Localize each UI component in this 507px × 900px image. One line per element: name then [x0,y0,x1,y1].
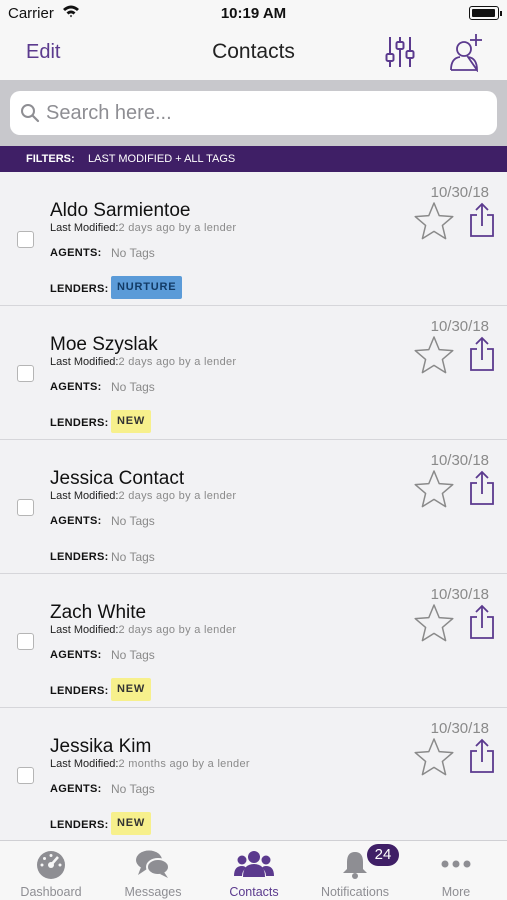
search-input[interactable] [46,97,486,129]
star-icon[interactable] [413,737,455,782]
tab-label: Dashboard [20,885,82,899]
last-modified: Last Modified:2 days ago by a lender [50,624,236,636]
last-modified: Last Modified:2 days ago by a lender [50,356,236,368]
agents-label: AGENTS: [50,381,102,393]
contact-date: 10/30/18 [430,184,489,201]
share-icon[interactable] [469,604,495,645]
agents-label: AGENTS: [50,649,102,661]
status-bar: Carrier 10:19 AM [0,0,507,28]
contact-name: Moe Szyslak [50,334,158,355]
gauge-icon [0,849,102,884]
contact-name: Jessika Kim [50,736,152,757]
last-modified: Last Modified:2 months ago by a lender [50,758,250,770]
agents-label: AGENTS: [50,783,102,795]
contact-date: 10/30/18 [430,586,489,603]
tab-bar: Dashboard Messages Contacts Notification… [0,840,507,900]
battery-icon [469,6,502,20]
chat-bubbles-icon [102,849,204,884]
last-modified: Last Modified:2 days ago by a lender [50,222,236,234]
lenders-tag: NEW [111,678,152,701]
last-modified-label: Last Modified: [50,624,119,636]
select-checkbox[interactable] [17,365,34,382]
notifications-badge: 24 [367,844,399,866]
share-icon[interactable] [469,738,495,779]
star-icon[interactable] [413,335,455,380]
lenders-label: LENDERS: [50,551,109,563]
agents-value: No Tags [111,782,155,796]
lenders-label: LENDERS: [50,417,109,429]
agents-value: No Tags [111,514,155,528]
select-checkbox[interactable] [17,231,34,248]
lenders-label: LENDERS: [50,283,109,295]
contact-date: 10/30/18 [430,720,489,737]
tab-label: Contacts [229,885,279,899]
contact-row[interactable]: Aldo Sarmientoe Last Modified:2 days ago … [0,172,507,306]
tab-more[interactable]: More [405,841,507,900]
last-modified-value: 2 months ago by a lender [118,758,250,770]
agents-value: No Tags [111,246,155,260]
nav-bar: Edit Contacts [0,28,507,80]
add-contact-icon[interactable] [448,32,484,73]
lenders-label: LENDERS: [50,685,109,697]
filters-bar[interactable]: FILTERS: LAST MODIFIED + ALL TAGS [0,146,507,172]
select-checkbox[interactable] [17,499,34,516]
tab-messages[interactable]: Messages [102,841,204,900]
select-checkbox[interactable] [17,767,34,784]
contact-name: Zach White [50,602,147,623]
share-icon[interactable] [469,470,495,511]
agents-label: AGENTS: [50,247,102,259]
filters-label: FILTERS: [26,153,75,165]
contact-list: Aldo Sarmientoe Last Modified:2 days ago … [0,172,507,840]
tab-label: Messages [124,885,182,899]
lenders-label: LENDERS: [50,819,109,831]
clock: 10:19 AM [220,5,287,22]
last-modified-value: 2 days ago by a lender [118,624,237,636]
lenders-tag: NEW [111,812,152,835]
select-checkbox[interactable] [17,633,34,650]
contact-row[interactable]: Jessika Kim Last Modified:2 months ago by… [0,708,507,840]
star-icon[interactable] [413,201,455,246]
tab-dashboard[interactable]: Dashboard [0,841,102,900]
last-modified: Last Modified:2 days ago by a lender [50,490,236,502]
agents-label: AGENTS: [50,515,102,527]
contact-row[interactable]: Moe Szyslak Last Modified:2 days ago by a… [0,306,507,440]
agents-value: No Tags [111,380,155,394]
last-modified-label: Last Modified: [50,356,119,368]
contact-name: Aldo Sarmientoe [50,200,191,221]
lenders-tag: NEW [111,410,152,433]
star-icon[interactable] [413,469,455,514]
filter-sliders-icon[interactable] [384,34,416,70]
search-bar[interactable] [10,91,497,135]
lenders-tag: NURTURE [111,276,183,299]
page-title: Contacts [212,40,295,63]
contact-date: 10/30/18 [430,318,489,335]
star-icon[interactable] [413,603,455,648]
search-area [0,80,507,146]
last-modified-label: Last Modified: [50,222,119,234]
search-icon [20,103,40,128]
share-icon[interactable] [469,202,495,243]
tab-contacts[interactable]: Contacts [203,841,305,900]
share-icon[interactable] [469,336,495,377]
ellipsis-icon [405,849,507,884]
contact-row[interactable]: Zach White Last Modified:2 days ago by a … [0,574,507,708]
lenders-value: No Tags [111,550,155,564]
last-modified-label: Last Modified: [50,758,119,770]
people-icon [203,849,305,884]
contact-name: Jessica Contact [50,468,185,489]
agents-value: No Tags [111,648,155,662]
last-modified-value: 2 days ago by a lender [118,356,237,368]
filters-value: LAST MODIFIED + ALL TAGS [88,153,236,165]
contact-date: 10/30/18 [430,452,489,469]
tab-label: Notifications [320,885,390,899]
last-modified-value: 2 days ago by a lender [118,222,237,234]
tab-label: More [441,885,471,899]
last-modified-label: Last Modified: [50,490,119,502]
contact-row[interactable]: Jessica Contact Last Modified:2 days ago … [0,440,507,574]
last-modified-value: 2 days ago by a lender [118,490,237,502]
